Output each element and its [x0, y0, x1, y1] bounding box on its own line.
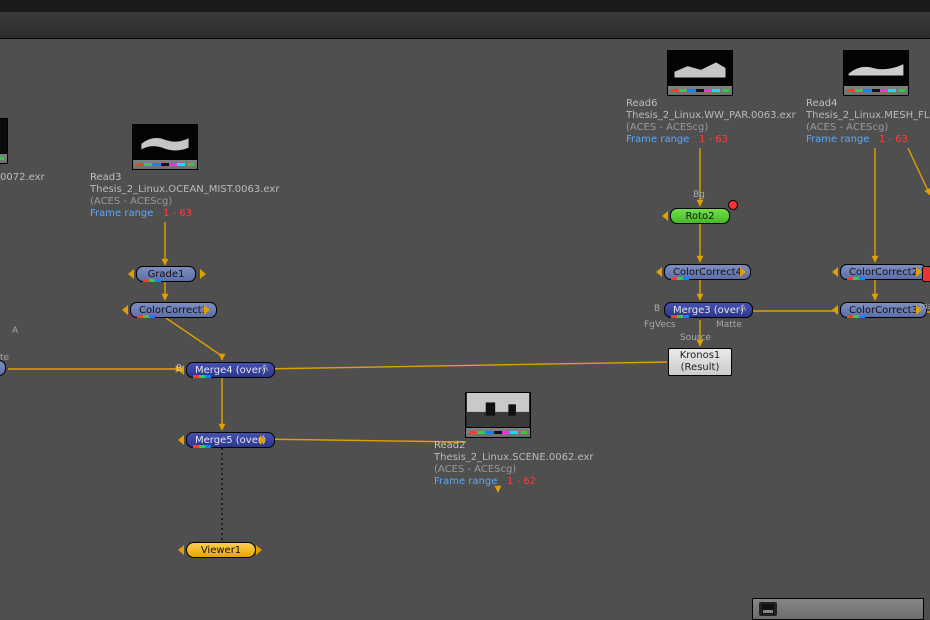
read-colorspace-label: (ACES - ACEScg) [434, 464, 594, 476]
port-label-source: Source [680, 333, 711, 343]
node-roto2[interactable]: Roto2 [670, 208, 730, 224]
node-knob-right[interactable] [740, 267, 746, 277]
node-grade1[interactable]: Grade1 [136, 266, 196, 282]
read-framerange-label: Frame range [626, 134, 689, 145]
read-node-read4-info: Read4 Thesis_2_Linux.MESH_FL.0063. (ACES… [806, 98, 930, 146]
read-range-value: 1 - 63 [699, 134, 728, 145]
node-knob-left[interactable] [656, 267, 662, 277]
node-label: Viewer1 [201, 545, 241, 556]
read-node-read3-info: Read3 Thesis_2_Linux.OCEAN_MIST.0063.exr… [90, 172, 279, 220]
port-label-matte: Matte [716, 320, 742, 330]
node-label: Kronos1 [669, 350, 731, 362]
read-footer [0, 154, 8, 164]
node-label: ColorCorrect1 [139, 305, 208, 316]
node-knob-left[interactable] [128, 269, 134, 279]
node-graph-canvas[interactable]: 0072.exr Read3 Thesis_2_Linux.OCEAN_MIST… [0, 40, 930, 620]
port-label-ma: ma [919, 302, 930, 312]
read-thumbnail [465, 392, 531, 428]
overview-panel[interactable] [752, 598, 924, 620]
node-knob-left[interactable] [832, 267, 838, 277]
node-label: ColorCorrect4 [673, 267, 742, 278]
read-name-label: Read3 [90, 172, 279, 184]
node-viewer1[interactable]: Viewer1 [186, 542, 256, 558]
node-sublabel: (Result) [669, 362, 731, 374]
node-colorcorrect2[interactable]: ColorCorrect2 [840, 264, 927, 280]
node-label: ColorCorrect3 [849, 305, 918, 316]
read-file-label: Thesis_2_Linux.WW_PAR.0063.exr [626, 110, 796, 122]
read-node-read2-info: Read2 Thesis_2_Linux.SCENE.0062.exr (ACE… [434, 440, 594, 488]
read-node-read6-info: Read6 Thesis_2_Linux.WW_PAR.0063.exr (AC… [626, 98, 796, 146]
node-colorcorrect4[interactable]: ColorCorrect4 [664, 264, 751, 280]
port-label-fgvecs: FgVecs [644, 320, 676, 330]
node-knob-left[interactable] [662, 211, 668, 221]
read-thumbnail [0, 118, 8, 154]
node-partial-right[interactable] [922, 266, 930, 282]
read-file-label: Thesis_2_Linux.MESH_FL.0063. [806, 110, 930, 122]
read-range-value: 1 - 62 [507, 476, 536, 487]
node-knob-right[interactable] [260, 435, 266, 445]
node-kronos1[interactable]: Kronos1 (Result) [668, 348, 732, 376]
read-framerange-label: Frame range [90, 208, 153, 219]
read-footer [667, 86, 733, 96]
node-colorcorrect3[interactable]: ColorCorrect3 [840, 302, 927, 318]
read-node-partial-left[interactable] [0, 118, 8, 164]
read-range-value: 1 - 63 [163, 208, 192, 219]
read-node-read2[interactable] [465, 392, 531, 438]
read-framerange-label: Frame range [806, 134, 869, 145]
port-label-a: A [740, 304, 746, 314]
port-label-b: B [654, 304, 660, 314]
read-node-read4[interactable] [843, 50, 909, 96]
node-error-dot-icon [728, 200, 738, 210]
port-label-te: te [0, 353, 9, 363]
read-footer [843, 86, 909, 96]
port-label-a: A [12, 326, 18, 336]
read-colorspace-label: (ACES - ACEScg) [90, 196, 279, 208]
node-label: Merge5 (over) [195, 435, 266, 446]
node-knob-right[interactable] [256, 545, 262, 555]
node-label: Merge4 (over) [195, 365, 266, 376]
node-knob-left[interactable] [178, 545, 184, 555]
node-knob-left[interactable] [832, 305, 838, 315]
read-footer [465, 428, 531, 438]
read-node-read3[interactable] [132, 124, 198, 170]
read-footer [132, 160, 198, 170]
port-label-bg: Bg [693, 190, 705, 200]
read-file-label: 0072.exr [0, 172, 45, 184]
read-node-read6[interactable] [667, 50, 733, 96]
node-label: Grade1 [148, 269, 185, 280]
node-label: ColorCorrect2 [849, 267, 918, 278]
port-label-a: A [262, 364, 268, 374]
read-file-label: Thesis_2_Linux.OCEAN_MIST.0063.exr [90, 184, 279, 196]
read-node-partial-left-info: 0072.exr [0, 172, 45, 184]
node-label: Merge3 (over) [673, 305, 744, 316]
read-thumbnail [843, 50, 909, 86]
read-file-label: Thesis_2_Linux.SCENE.0062.exr [434, 452, 594, 464]
read-colorspace-label: (ACES - ACEScg) [626, 122, 796, 134]
read-name-label: Read4 [806, 98, 930, 110]
read-colorspace-label: (ACES - ACEScg) [806, 122, 930, 134]
overview-thumbnail-icon [759, 602, 777, 616]
read-name-label: Read6 [626, 98, 796, 110]
read-thumbnail [667, 50, 733, 86]
read-name-label: Read2 [434, 440, 594, 452]
node-knob-right[interactable] [204, 305, 210, 315]
read-framerange-label: Frame range [434, 476, 497, 487]
port-label-b: B [176, 364, 182, 374]
read-thumbnail [132, 124, 198, 160]
node-label: Roto2 [685, 211, 714, 222]
node-knob-right[interactable] [200, 269, 206, 279]
app-toolbar[interactable] [0, 12, 930, 39]
node-knob-left[interactable] [178, 435, 184, 445]
node-knob-left[interactable] [122, 305, 128, 315]
read-range-value: 1 - 63 [879, 134, 908, 145]
